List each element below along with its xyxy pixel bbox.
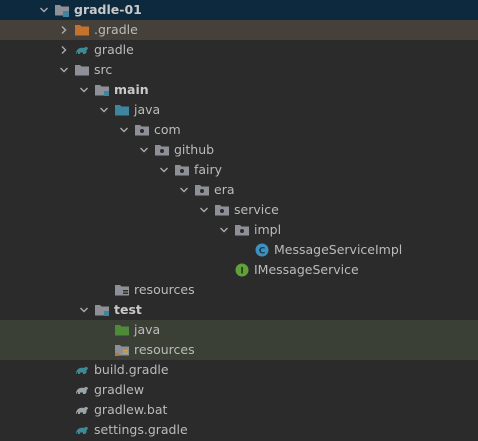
tree-node-label: java xyxy=(134,102,161,117)
tree-node-label: gradle-01 xyxy=(74,2,142,17)
chevron-down-icon[interactable] xyxy=(98,104,110,116)
tree-node[interactable]: service xyxy=(0,200,478,220)
svg-text:I: I xyxy=(240,267,243,277)
tree-node[interactable]: era xyxy=(0,180,478,200)
java-interface-icon: I xyxy=(234,262,250,278)
tree-node[interactable]: src xyxy=(0,60,478,80)
tree-node-label: MessageServiceImpl xyxy=(274,242,403,257)
tree-node[interactable]: build.gradle xyxy=(0,360,478,380)
package-icon xyxy=(134,122,150,138)
tree-node[interactable]: test xyxy=(0,300,478,320)
tree-node-label: .gradle xyxy=(94,22,138,37)
excluded-folder-icon xyxy=(74,22,90,38)
project-module-folder-icon xyxy=(54,2,70,18)
tree-node-label: github xyxy=(174,142,215,157)
folder-icon xyxy=(74,62,90,78)
tree-node-label: gradlew xyxy=(94,382,145,397)
tree-node-label: main xyxy=(114,82,149,97)
tree-node-label: build.gradle xyxy=(94,362,169,377)
tree-node-label: gradlew.bat xyxy=(94,402,168,417)
tree-node-label: java xyxy=(134,322,161,337)
package-icon xyxy=(194,182,210,198)
chevron-down-icon[interactable] xyxy=(58,64,70,76)
tree-node[interactable]: gradlew xyxy=(0,380,478,400)
tree-node-label: fairy xyxy=(194,162,223,177)
chevron-down-icon[interactable] xyxy=(118,124,130,136)
module-folder-icon xyxy=(94,302,110,318)
tree-node-label: resources xyxy=(134,282,195,297)
java-class-icon: C xyxy=(254,242,270,258)
package-icon xyxy=(214,202,230,218)
tree-node[interactable]: resources xyxy=(0,280,478,300)
tree-node[interactable]: java xyxy=(0,100,478,120)
tree-node-label: src xyxy=(94,62,113,77)
package-icon xyxy=(154,142,170,158)
tree-node[interactable]: C MessageServiceImpl xyxy=(0,240,478,260)
gradle-grey-icon xyxy=(74,402,90,418)
package-icon xyxy=(234,222,250,238)
tree-node[interactable]: .gradle xyxy=(0,20,478,40)
tree-node-label: test xyxy=(114,302,142,317)
tree-node[interactable]: gradlew.bat xyxy=(0,400,478,420)
tree-node[interactable]: github xyxy=(0,140,478,160)
tree-node-label: gradle xyxy=(94,42,134,57)
chevron-down-icon[interactable] xyxy=(178,184,190,196)
tree-node-label: IMessageService xyxy=(254,262,359,277)
tree-node-label: service xyxy=(234,202,279,217)
tree-node[interactable]: main xyxy=(0,80,478,100)
module-folder-icon xyxy=(94,82,110,98)
tree-node-label: resources xyxy=(134,342,195,357)
chevron-down-icon[interactable] xyxy=(78,84,90,96)
chevron-down-icon[interactable] xyxy=(198,204,210,216)
tree-node[interactable]: fairy xyxy=(0,160,478,180)
gradle-icon xyxy=(74,422,90,438)
test-source-folder-icon xyxy=(114,322,130,338)
gradle-icon xyxy=(74,42,90,58)
chevron-down-icon[interactable] xyxy=(38,4,50,16)
tree-node[interactable]: java xyxy=(0,320,478,340)
chevron-down-icon[interactable] xyxy=(78,304,90,316)
package-icon xyxy=(174,162,190,178)
tree-node[interactable]: impl xyxy=(0,220,478,240)
svg-text:C: C xyxy=(259,247,266,257)
tree-node[interactable]: resources xyxy=(0,340,478,360)
chevron-right-icon[interactable] xyxy=(58,24,70,36)
tree-node[interactable]: settings.gradle xyxy=(0,420,478,440)
tree-node-label: settings.gradle xyxy=(94,422,188,437)
chevron-right-icon[interactable] xyxy=(58,44,70,56)
test-resources-folder-icon xyxy=(114,342,130,358)
tree-node-label: impl xyxy=(254,222,282,237)
tree-node[interactable]: I IMessageService xyxy=(0,260,478,280)
tree-node[interactable]: gradle xyxy=(0,40,478,60)
tree-node-label: era xyxy=(214,182,235,197)
project-tree: gradle-01 .gradle gradle src main java c… xyxy=(0,0,478,441)
gradle-icon xyxy=(74,362,90,378)
tree-node-label: com xyxy=(154,122,181,137)
tree-node[interactable]: com xyxy=(0,120,478,140)
gradle-grey-icon xyxy=(74,382,90,398)
resources-folder-icon xyxy=(114,282,130,298)
chevron-down-icon[interactable] xyxy=(158,164,170,176)
source-root-folder-icon xyxy=(114,102,130,118)
chevron-down-icon[interactable] xyxy=(218,224,230,236)
tree-node[interactable]: gradle-01 xyxy=(0,0,478,20)
chevron-down-icon[interactable] xyxy=(138,144,150,156)
